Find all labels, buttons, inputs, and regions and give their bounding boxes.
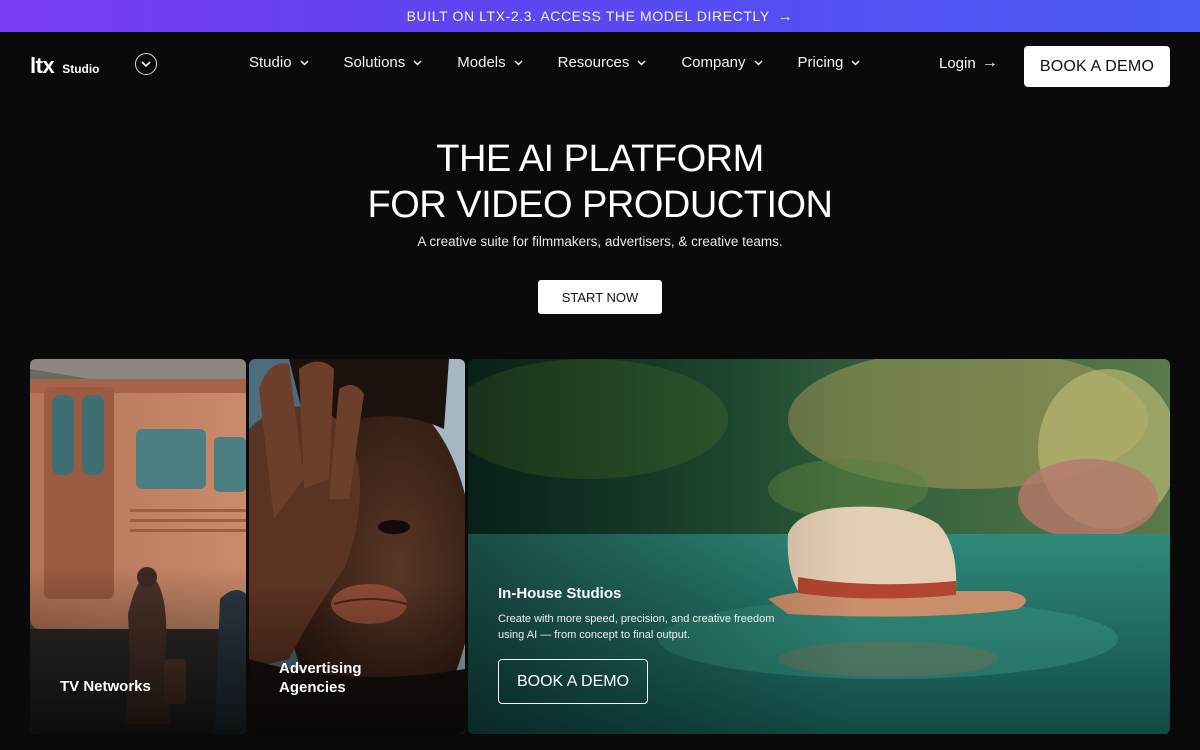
login-link[interactable]: Login → [939, 54, 998, 72]
nav-item-label: Company [681, 54, 746, 71]
nav-item-label: Models [457, 54, 506, 71]
nav-item-company[interactable]: Company [681, 54, 763, 71]
nav-item-models[interactable]: Models [457, 54, 523, 71]
nav-item-label: Solutions [343, 54, 406, 71]
chevron-down-icon [300, 60, 309, 65]
main-menu: Studio Solutions Models Resources Compan… [249, 54, 895, 71]
chevron-down-icon [851, 60, 860, 65]
hero-title-line2: FOR VIDEO PRODUCTION [367, 184, 833, 226]
start-now-button[interactable]: START NOW [538, 280, 662, 314]
hero-title-line1: THE AI PLATFORM [436, 138, 764, 180]
logo-mark: LTX [30, 53, 55, 78]
card-title: In-House Studios [498, 585, 622, 602]
card-tv-networks[interactable]: TV Networks [30, 359, 246, 734]
nav-item-solutions[interactable]: Solutions [344, 54, 423, 71]
card-label: TV Networks [60, 678, 151, 695]
nav-item-label: Pricing [797, 54, 844, 71]
card-label-line2: Agencies [279, 679, 346, 696]
card-label-line1: Advertising [279, 660, 362, 677]
arrow-right-icon: → [981, 54, 998, 71]
nav-item-label: Studio [249, 54, 292, 71]
hero-subtitle: A creative suite for filmmakers, adverti… [417, 234, 783, 249]
hero-title: THE AI PLATFORM FOR VIDEO PRODUCTION [0, 136, 1200, 228]
nav-item-pricing[interactable]: Pricing [798, 54, 861, 71]
chevron-down-icon [514, 60, 523, 65]
top-nav: LTX Studio Studio Solutions Models Resou… [0, 32, 1200, 100]
nav-item-studio[interactable]: Studio [249, 54, 309, 71]
chevron-down-icon [141, 61, 151, 67]
card-label: Advertising Agencies [279, 659, 362, 697]
login-label: Login [939, 54, 976, 72]
banner-text: BUILT ON LTX-2.3. ACCESS THE MODEL DIREC… [406, 8, 770, 24]
chevron-down-icon [637, 60, 646, 65]
announcement-banner[interactable]: BUILT ON LTX-2.3. ACCESS THE MODEL DIREC… [0, 0, 1200, 32]
card-in-house-studios[interactable]: In-House Studios Create with more speed,… [468, 359, 1170, 734]
chevron-down-icon [754, 60, 763, 65]
product-switcher-button[interactable] [135, 53, 157, 75]
nav-item-label: Resources [557, 54, 630, 71]
card-advertising-agencies[interactable]: Advertising Agencies [249, 359, 465, 734]
card-description: Create with more speed, precision, and c… [498, 613, 775, 641]
logo-subtitle: Studio [62, 62, 100, 76]
nav-item-resources[interactable]: Resources [558, 54, 647, 71]
book-demo-button[interactable]: BOOK A DEMO [1024, 46, 1170, 87]
chevron-down-icon [413, 60, 422, 65]
logo[interactable]: LTX Studio [30, 55, 100, 77]
book-demo-card-button[interactable]: BOOK A DEMO [498, 659, 648, 704]
arrow-right-icon: → [777, 7, 794, 25]
